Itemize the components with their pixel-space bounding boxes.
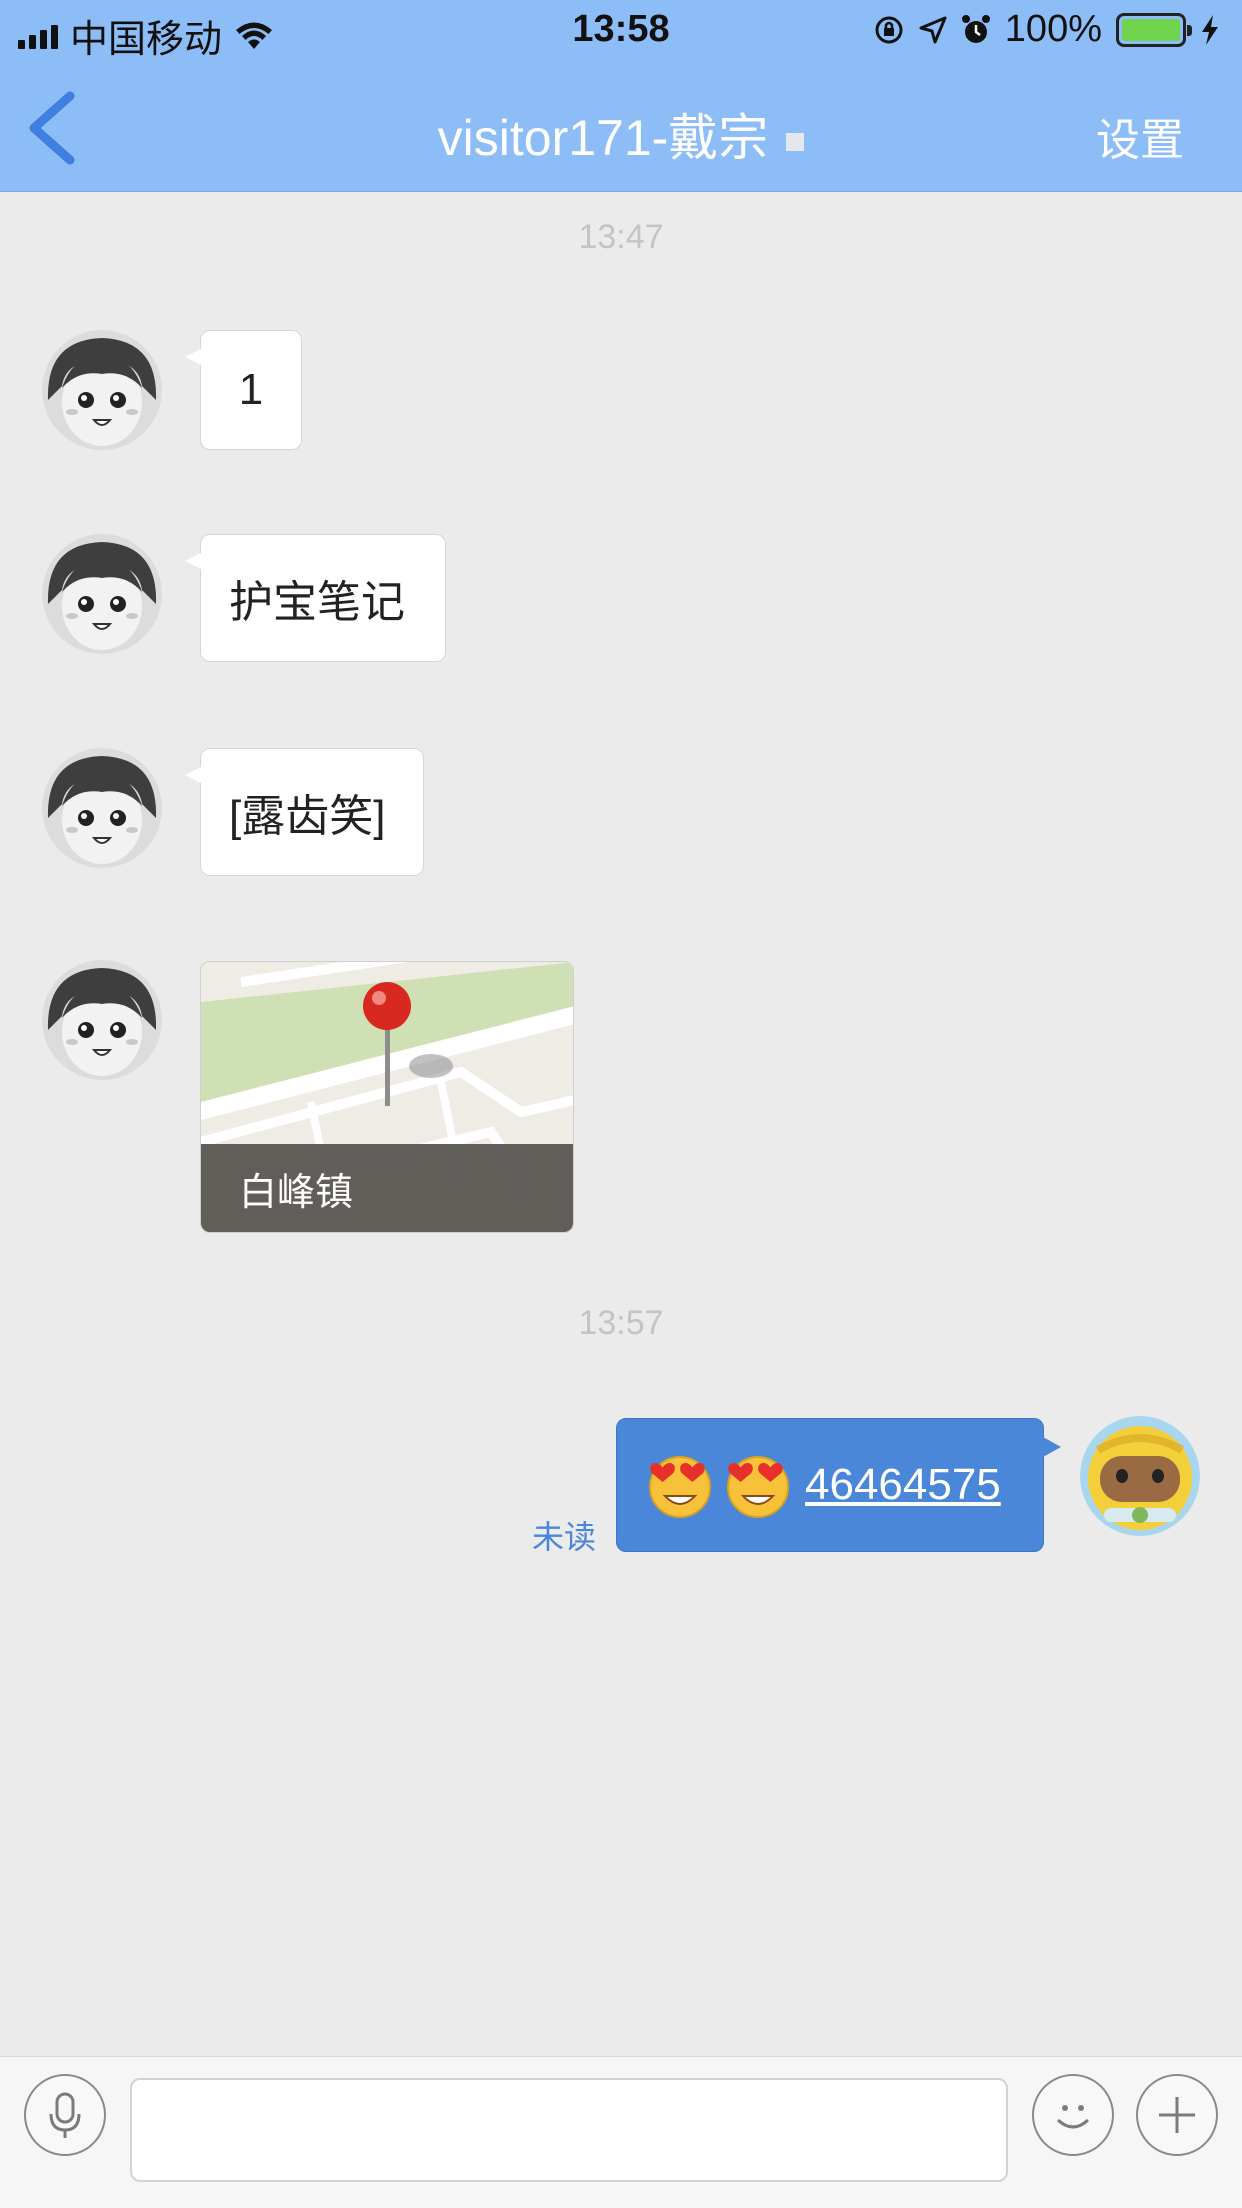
chat-title: visitor171-戴宗 (0, 98, 1242, 170)
emoji-face-icon (1056, 2105, 1090, 2129)
location-arrow-icon (919, 16, 947, 43)
contact-avatar[interactable] (42, 330, 162, 450)
plus-icon (1159, 2097, 1195, 2133)
battery-icon (1116, 12, 1192, 47)
message-text-input[interactable] (130, 2078, 1008, 2182)
top-bar: 中国移动 13:58 100% visitor171-戴宗 设置 (0, 0, 1242, 192)
message-text: [露齿笑] (229, 792, 386, 841)
voice-button[interactable] (24, 2074, 106, 2156)
alarm-icon (961, 14, 990, 43)
contact-avatar[interactable] (42, 960, 162, 1080)
message-text: 1 (238, 365, 264, 414)
message-bubble-incoming[interactable]: [露齿笑] (185, 748, 424, 876)
message-bubble-incoming[interactable]: 护宝笔记 (185, 534, 446, 662)
more-button[interactable] (1136, 2074, 1218, 2156)
contact-avatar[interactable] (42, 534, 162, 654)
message-text: 护宝笔记 (229, 578, 405, 627)
location-name: 白峰镇 (239, 1171, 354, 1214)
emoji-button[interactable] (1032, 2074, 1114, 2156)
online-status-indicator (786, 132, 805, 151)
status-bar: 中国移动 13:58 100% (0, 0, 1242, 62)
my-avatar[interactable] (1080, 1416, 1200, 1536)
contact-avatar[interactable] (42, 748, 162, 868)
location-caption: 白峰镇 (201, 1144, 573, 1232)
location-message-card[interactable]: 白峰镇 (200, 961, 574, 1233)
chat-title-text: visitor171-戴宗 (437, 110, 769, 166)
message-timestamp: 13:57 (578, 1304, 664, 1342)
microphone-icon (49, 2092, 81, 2138)
heart-eyes-emoji-icon (727, 1456, 789, 1518)
orientation-lock-icon (875, 16, 903, 43)
message-bubble-outgoing[interactable]: 46464575 (616, 1418, 1061, 1552)
phone-number-link[interactable]: 46464575 (805, 1460, 1001, 1510)
battery-percent: 100% (1004, 8, 1102, 50)
heart-eyes-emoji-icon (649, 1456, 711, 1518)
message-timestamp: 13:47 (578, 218, 664, 256)
charging-icon (1202, 14, 1218, 45)
message-bubble-incoming[interactable]: 1 (185, 330, 302, 450)
settings-button[interactable]: 设置 (1096, 104, 1184, 168)
unread-label: 未读 (532, 1519, 597, 1555)
